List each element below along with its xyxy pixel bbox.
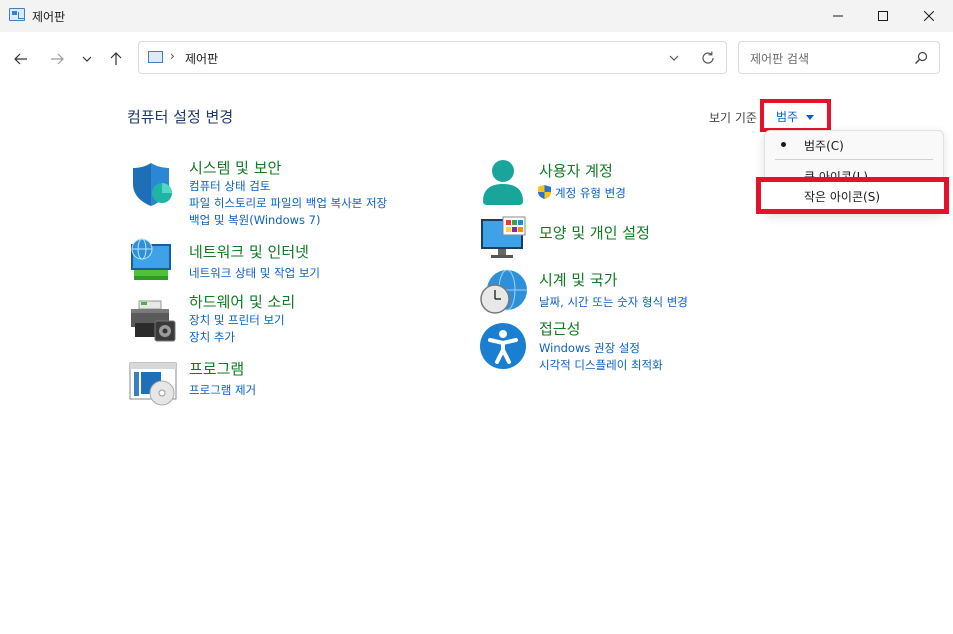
arrow-right-icon (51, 53, 64, 65)
address-bar[interactable]: › 제어판 (138, 41, 727, 74)
category-hardware-sound[interactable]: 하드웨어 및 소리 (189, 291, 295, 312)
link-optimize-display[interactable]: 시각적 디스플레이 최적화 (539, 357, 663, 373)
search-icon (915, 51, 928, 64)
minimize-icon (833, 15, 843, 17)
selected-bullet-icon (781, 142, 786, 147)
breadcrumb[interactable]: 제어판 (185, 50, 218, 67)
chevron-down-icon[interactable] (667, 51, 681, 65)
recent-locations-button[interactable] (76, 48, 98, 70)
forward-button[interactable] (46, 48, 68, 70)
menu-item-small-icons[interactable]: 작은 아이콘(S) (756, 177, 949, 214)
arrow-up-icon (110, 52, 122, 65)
category-system-security[interactable]: 시스템 및 보안 (189, 157, 281, 178)
link-uninstall-program[interactable]: 프로그램 제거 (189, 382, 256, 398)
printer-icon[interactable] (129, 297, 179, 347)
link-network-status[interactable]: 네트워크 상태 및 작업 보기 (189, 265, 320, 281)
search-input[interactable]: 제어판 검색 (750, 50, 809, 67)
shield-icon[interactable] (129, 160, 179, 210)
chevron-down-icon (82, 56, 92, 62)
programs-icon[interactable] (129, 360, 179, 410)
link-file-history[interactable]: 파일 히스토리로 파일의 백업 복사본 저장 (189, 195, 387, 211)
search-box[interactable]: 제어판 검색 (738, 41, 940, 74)
control-panel-icon (148, 51, 163, 63)
refresh-icon[interactable] (699, 49, 717, 67)
user-accounts-icon[interactable] (479, 157, 529, 207)
close-button[interactable] (906, 0, 952, 32)
title-bar: 제어판 (0, 0, 953, 32)
clock-icon[interactable] (479, 268, 529, 318)
uac-shield-icon (538, 185, 551, 199)
category-network-internet[interactable]: 네트워크 및 인터넷 (189, 241, 309, 262)
accessibility-icon[interactable] (479, 322, 529, 372)
category-appearance[interactable]: 모양 및 개인 설정 (539, 222, 650, 243)
menu-item-label: 작은 아이콘(S) (804, 190, 880, 204)
menu-item-label: 범주(C) (804, 139, 844, 153)
menu-divider (775, 159, 933, 160)
link-backup-restore[interactable]: 백업 및 복원(Windows 7) (189, 212, 321, 228)
up-button[interactable] (105, 48, 127, 70)
back-button[interactable] (10, 48, 32, 70)
category-clock-region[interactable]: 시계 및 국가 (539, 269, 618, 290)
category-programs[interactable]: 프로그램 (189, 358, 244, 379)
minimize-button[interactable] (815, 0, 861, 32)
navigation-bar: › 제어판 제어판 검색 (0, 32, 953, 84)
window-title: 제어판 (32, 10, 66, 24)
appearance-icon[interactable] (479, 215, 529, 265)
arrow-left-icon (14, 53, 27, 65)
link-change-account-type[interactable]: 계정 유형 변경 (555, 185, 626, 201)
view-by-label: 보기 기준 (709, 111, 757, 125)
maximize-icon (878, 11, 888, 21)
link-date-time-format[interactable]: 날짜, 시간 또는 숫자 형식 변경 (539, 294, 688, 310)
close-icon (924, 11, 934, 21)
page-title: 컴퓨터 설정 변경 (127, 108, 234, 126)
control-panel-icon (9, 8, 25, 21)
maximize-button[interactable] (860, 0, 906, 32)
link-devices-printers[interactable]: 장치 및 프린터 보기 (189, 312, 285, 328)
category-user-accounts[interactable]: 사용자 계정 (539, 160, 613, 181)
category-ease-of-access[interactable]: 접근성 (539, 318, 580, 339)
link-recommended-settings[interactable]: Windows 권장 설정 (539, 340, 640, 356)
menu-item-category[interactable]: 범주(C) (765, 131, 943, 157)
link-review-status[interactable]: 컴퓨터 상태 검토 (189, 178, 270, 194)
chevron-right-icon: › (170, 49, 175, 63)
network-icon[interactable] (129, 236, 179, 286)
link-add-device[interactable]: 장치 추가 (189, 329, 235, 345)
highlight-box (760, 99, 831, 132)
